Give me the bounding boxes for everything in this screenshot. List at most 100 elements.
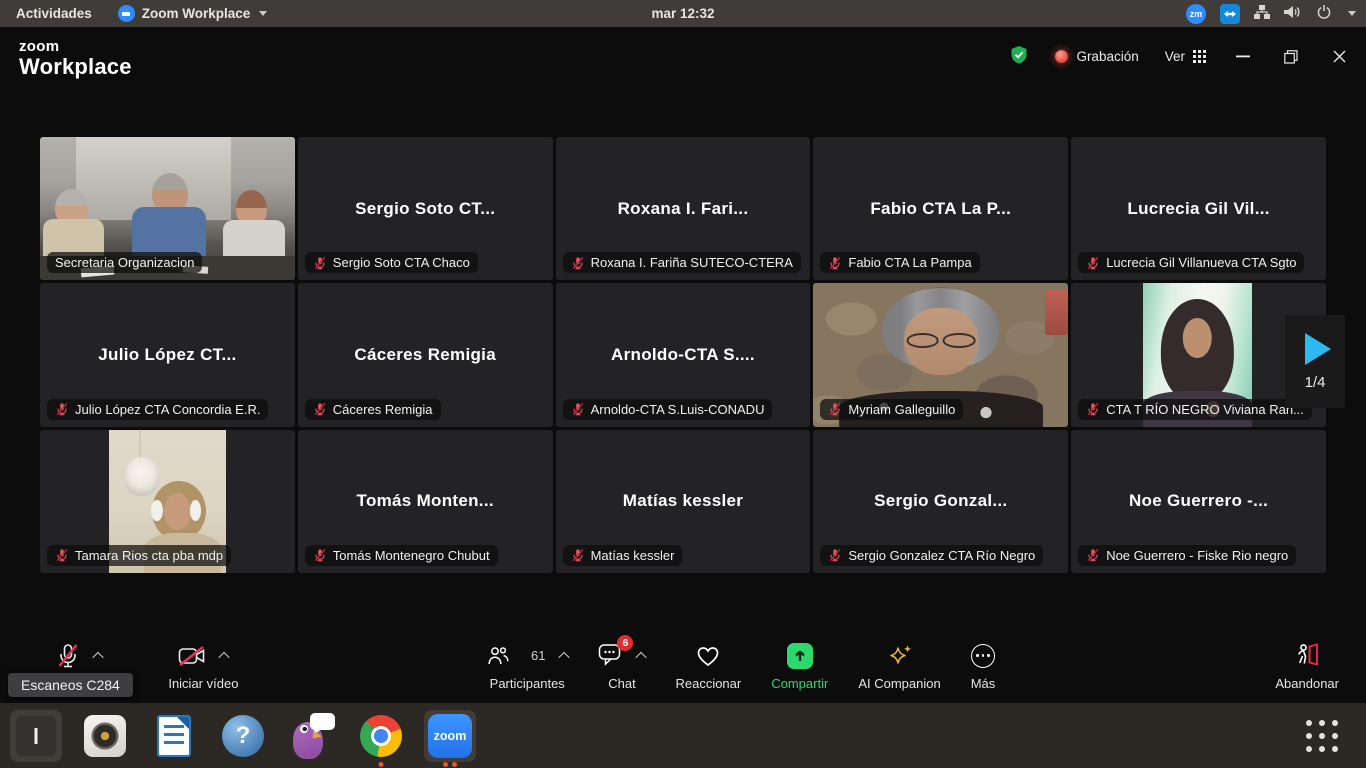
tray-chevron-icon — [1348, 11, 1356, 16]
network-icon — [1254, 5, 1270, 23]
heart-icon — [696, 645, 720, 667]
person-figure — [223, 220, 284, 259]
mic-muted-icon — [828, 402, 842, 416]
participant-name-label: Roxana I. Fariña SUTECO-CTERA — [563, 252, 801, 273]
react-label: Reaccionar — [675, 676, 741, 691]
system-tray[interactable]: zm — [1186, 4, 1356, 24]
activities-button[interactable]: Actividades — [10, 6, 98, 21]
dock-item-pidgin[interactable] — [286, 710, 338, 762]
participants-button[interactable]: 61 Participantes — [486, 642, 568, 691]
meeting-toolbar: Reactivar audio Iniciar vídeo — [0, 629, 1366, 703]
dock-item-terminal[interactable] — [10, 710, 62, 762]
participant-tile[interactable]: Noe Guerrero -... Noe Guerrero - Fiske R… — [1071, 430, 1326, 573]
participant-name-label: Noe Guerrero - Fiske Rio negro — [1078, 545, 1296, 566]
mic-muted-icon — [828, 548, 842, 562]
ai-companion-button[interactable]: AI Companion — [858, 642, 940, 691]
ai-sparkle-icon — [887, 644, 913, 668]
share-screen-button[interactable]: Compartir — [771, 642, 828, 691]
mic-muted-icon — [57, 643, 79, 669]
window-header-controls: Grabación Ver — [1009, 45, 1350, 68]
recording-indicator: Grabación — [1055, 49, 1138, 64]
mic-muted-icon — [313, 548, 327, 562]
participant-tile[interactable]: Tomás Monten... Tomás Montenegro Chubut — [298, 430, 553, 573]
running-indicator — [379, 762, 384, 767]
mic-options-chevron[interactable] — [92, 651, 103, 662]
leave-meeting-icon — [1294, 643, 1321, 668]
mic-device-tooltip: Escaneos C284 — [8, 673, 133, 697]
more-button[interactable]: Más — [971, 642, 996, 691]
participant-tile[interactable]: Matías kessler Matías kessler — [556, 430, 811, 573]
running-indicator — [443, 762, 457, 767]
minimize-button[interactable] — [1232, 46, 1254, 68]
pidgin-icon — [289, 713, 335, 759]
recording-label: Grabación — [1076, 49, 1138, 64]
focused-app-label: Zoom Workplace — [142, 6, 251, 21]
participant-name-label: Tamara Rios cta pba mdp — [47, 545, 231, 566]
next-page-button[interactable]: 1/4 — [1285, 315, 1345, 408]
show-applications-button[interactable] — [1306, 720, 1338, 752]
participant-tile[interactable]: Cáceres Remigia Cáceres Remigia — [298, 283, 553, 426]
participant-tile[interactable]: Sergio Soto CT... Sergio Soto CTA Chaco — [298, 137, 553, 280]
mic-muted-icon — [1086, 256, 1100, 270]
zoom-tray-icon[interactable]: zm — [1186, 4, 1206, 24]
clock[interactable]: mar 12:32 — [651, 6, 714, 21]
top-bar-left: Actividades Zoom Workplace — [10, 5, 267, 22]
chat-button[interactable]: 6 Chat — [598, 642, 645, 691]
mic-muted-icon — [571, 256, 585, 270]
participant-name-label: Myriam Galleguillo — [820, 399, 963, 420]
participant-tile[interactable]: Myriam Galleguillo — [813, 283, 1068, 426]
zoom-dock-icon: zoom — [428, 714, 472, 758]
participant-tile[interactable]: Secretaria Organizacion — [40, 137, 295, 280]
security-shield-icon[interactable] — [1009, 45, 1029, 68]
mic-muted-icon — [1086, 548, 1100, 562]
participant-tile[interactable]: Sergio Gonzal... Sergio Gonzalez CTA Río… — [813, 430, 1068, 573]
dock-item-chrome[interactable] — [355, 710, 407, 762]
participant-tile[interactable]: Julio López CT... Julio López CTA Concor… — [40, 283, 295, 426]
participant-tile[interactable]: Tamara Rios cta pba mdp — [40, 430, 295, 573]
participants-chevron[interactable] — [559, 651, 570, 662]
participant-name-label: Secretaria Organizacion — [47, 252, 202, 273]
view-button[interactable]: Ver — [1165, 49, 1206, 64]
participant-name-label: Sergio Soto CTA Chaco — [305, 252, 478, 273]
dock-item-zoom[interactable]: zoom — [424, 710, 476, 762]
power-icon — [1316, 4, 1332, 23]
view-label: Ver — [1165, 49, 1185, 64]
more-ellipsis-icon — [971, 644, 995, 668]
chat-badge: 6 — [617, 635, 633, 651]
participant-tile[interactable]: Roxana I. Fari... Roxana I. Fariña SUTEC… — [556, 137, 811, 280]
participants-icon — [486, 645, 509, 666]
participants-count: 61 — [531, 648, 545, 663]
participant-tile[interactable]: Arnoldo-CTA S.... Arnoldo-CTA S.Luis-CON… — [556, 283, 811, 426]
dock-item-audio-player[interactable] — [79, 710, 131, 762]
mic-muted-icon — [55, 548, 69, 562]
ai-companion-label: AI Companion — [858, 676, 940, 691]
leave-button[interactable]: Abandonar — [1275, 642, 1339, 691]
participants-label: Participantes — [490, 676, 565, 691]
dock-item-help[interactable]: ? — [217, 710, 269, 762]
react-button[interactable]: Reaccionar — [675, 642, 741, 691]
document-icon — [157, 715, 191, 757]
start-video-button[interactable]: Iniciar vídeo — [168, 642, 238, 691]
share-screen-label: Compartir — [771, 676, 828, 691]
lamp-cord — [139, 430, 141, 460]
video-options-chevron[interactable] — [219, 651, 230, 662]
more-label: Más — [971, 676, 996, 691]
taskbar-dock: ? zoom — [0, 703, 1366, 768]
focused-app-menu[interactable]: Zoom Workplace — [118, 5, 268, 22]
participant-tile[interactable]: Lucrecia Gil Vil... Lucrecia Gil Villanu… — [1071, 137, 1326, 280]
chat-chevron[interactable] — [636, 651, 647, 662]
close-button[interactable] — [1328, 46, 1350, 68]
help-icon: ? — [222, 715, 264, 757]
logo-workplace-text: Workplace — [19, 55, 132, 78]
dock-item-document-editor[interactable] — [148, 710, 200, 762]
mic-muted-icon — [571, 402, 585, 416]
next-page-arrow-icon — [1305, 333, 1331, 365]
zoom-workplace-logo: zoom Workplace — [19, 39, 132, 78]
participant-tile[interactable]: Fabio CTA La P... Fabio CTA La Pampa — [813, 137, 1068, 280]
teamviewer-tray-icon[interactable] — [1220, 4, 1240, 24]
mic-muted-icon — [313, 256, 327, 270]
participant-name-label: Julio López CTA Concordia E.R. — [47, 399, 268, 420]
participant-name-label: Cáceres Remigia — [305, 399, 441, 420]
restore-button[interactable] — [1280, 46, 1302, 68]
logo-zoom-text: zoom — [19, 39, 132, 55]
